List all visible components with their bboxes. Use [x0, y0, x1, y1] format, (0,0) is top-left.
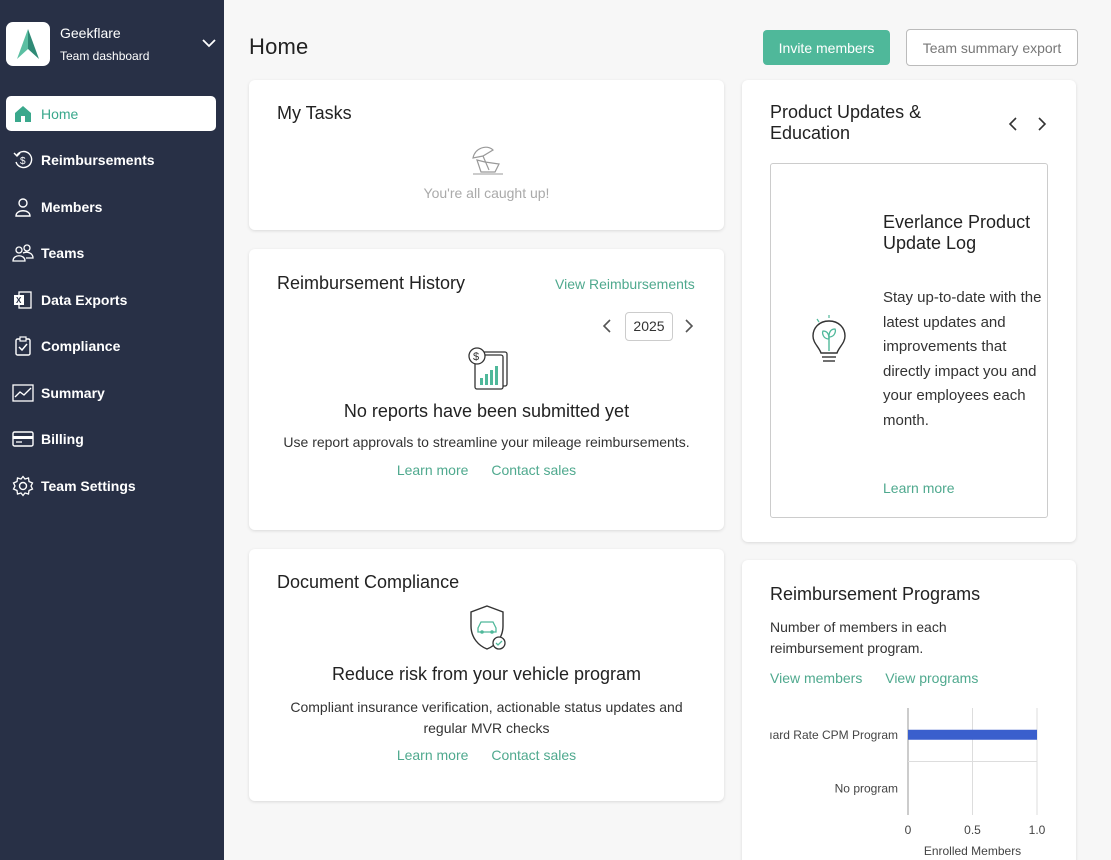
team-subtitle: Team dashboard [60, 49, 150, 63]
sidebar-item-team-settings[interactable]: Team Settings [6, 468, 216, 503]
sidebar-item-label: Data Exports [41, 291, 128, 308]
empty-state-text: You're all caught up! [423, 185, 550, 201]
x-tick-label: 0 [905, 823, 912, 837]
y-category-label: No program [835, 781, 898, 795]
card-title-line2: Education [770, 123, 851, 143]
empty-state-body: Use report approvals to streamline your … [283, 434, 690, 450]
sidebar-item-summary[interactable]: Summary [6, 375, 216, 410]
x-tick-label: 1.0 [1029, 823, 1046, 837]
learn-more-link[interactable]: Learn more [883, 480, 955, 496]
chevron-down-icon[interactable] [200, 34, 218, 52]
y-category-label: ıard Rate CPM Program [769, 728, 898, 742]
card-title-line1: Product Updates & [770, 102, 922, 122]
compliance-headline: Reduce risk from your vehicle program [331, 664, 642, 684]
compliance-body-line2: regular MVR checks [423, 720, 550, 736]
reimbursement-history-card: Reimbursement History View Reimbursement… [249, 249, 724, 530]
brand-logo [6, 22, 50, 66]
compliance-body-line1: Compliant insurance verification, action… [290, 699, 683, 715]
shield-car-icon [470, 605, 506, 650]
teams-icon [12, 242, 34, 264]
sidebar-item-label: Reimbursements [41, 152, 155, 168]
member-icon [12, 196, 34, 218]
empty-state-title: No reports have been submitted yet [343, 401, 630, 421]
update-title: Everlance Product Update Log [883, 212, 1031, 253]
reimbursement-programs-card: Reimbursement Programs Number of members… [742, 560, 1076, 860]
view-reimbursements-link[interactable]: View Reimbursements [555, 276, 695, 292]
bar [908, 729, 1037, 740]
contact-sales-link[interactable]: Contact sales [491, 747, 576, 763]
card-title: My Tasks [277, 103, 352, 123]
update-slide: Everlance Product Update Log Stay up-to-… [770, 163, 1048, 518]
sidebar-item-reimbursements[interactable]: $ Reimbursements [6, 143, 216, 178]
chevron-right-icon[interactable] [1034, 116, 1050, 132]
card-title: Product Updates & Education [770, 102, 921, 144]
sidebar-nav: Home $ Reimbursements Members Teams X Da… [6, 96, 216, 515]
sidebar-item-label: Team Settings [41, 477, 136, 494]
sidebar-item-label: Members [41, 198, 103, 215]
sidebar: Geekflare Team dashboard Home $ Reimburs… [0, 0, 224, 860]
card-title: Reimbursement History [277, 273, 466, 293]
sidebar-item-label: Compliance [41, 338, 121, 354]
page-title: Home [249, 34, 309, 59]
team-switcher[interactable]: Geekflare Team dashboard [6, 22, 218, 66]
learn-more-link[interactable]: Learn more [397, 462, 469, 478]
history-links: Learn more Contact sales [249, 462, 724, 480]
svg-text:$: $ [473, 351, 479, 363]
sidebar-item-label: Home [41, 105, 79, 122]
my-tasks-card: My Tasks You're all caught up! [249, 80, 724, 230]
product-updates-card: Product Updates & Education Everlance Pr… [742, 80, 1076, 542]
x-axis-label: Enrolled Members [924, 844, 1021, 858]
sidebar-item-label: Summary [41, 384, 105, 401]
sidebar-item-compliance[interactable]: Compliance [6, 329, 216, 364]
home-icon [12, 103, 34, 125]
credit-card-icon [12, 428, 34, 450]
sidebar-item-members[interactable]: Members [6, 189, 216, 224]
year-selector[interactable]: 2025 [625, 312, 673, 341]
lightbulb-icon [812, 315, 846, 362]
svg-text:X: X [16, 296, 22, 305]
chevron-left-icon[interactable] [599, 318, 615, 334]
reimbursement-icon: $ [12, 149, 34, 171]
chart-line-icon [12, 382, 34, 404]
chevron-left-icon[interactable] [1005, 116, 1021, 132]
programs-bar-chart: 0 0.5 1.0 ıard Rate CPM Program No program En… [769, 708, 1046, 858]
x-tick-label: 0.5 [964, 823, 981, 837]
sidebar-item-data-exports[interactable]: X Data Exports [6, 282, 216, 317]
sidebar-item-home[interactable]: Home [6, 96, 216, 131]
svg-text:$: $ [20, 156, 26, 167]
excel-icon: X [12, 289, 34, 311]
clipboard-check-icon [12, 335, 34, 357]
chevron-right-icon[interactable] [681, 318, 697, 334]
learn-more-link[interactable]: Learn more [397, 747, 469, 763]
card-title: Document Compliance [277, 572, 460, 592]
sidebar-item-label: Teams [41, 245, 85, 261]
team-summary-export-button[interactable]: Team summary export [906, 29, 1078, 66]
sidebar-item-billing[interactable]: Billing [6, 422, 216, 457]
contact-sales-link[interactable]: Contact sales [491, 462, 576, 478]
beach-chair-icon [472, 146, 503, 175]
compliance-links: Learn more Contact sales [249, 747, 724, 765]
gear-icon [12, 474, 34, 497]
update-body: Stay up-to-date with the latest updates … [883, 289, 1042, 429]
sidebar-item-label: Billing [41, 431, 84, 447]
document-compliance-card: Document Compliance Reduce risk from you… [249, 549, 724, 801]
team-name: Geekflare [60, 25, 121, 41]
report-dollar-icon: $ [468, 347, 508, 390]
invite-members-button[interactable]: Invite members [763, 30, 890, 65]
sidebar-item-teams[interactable]: Teams [6, 236, 216, 271]
